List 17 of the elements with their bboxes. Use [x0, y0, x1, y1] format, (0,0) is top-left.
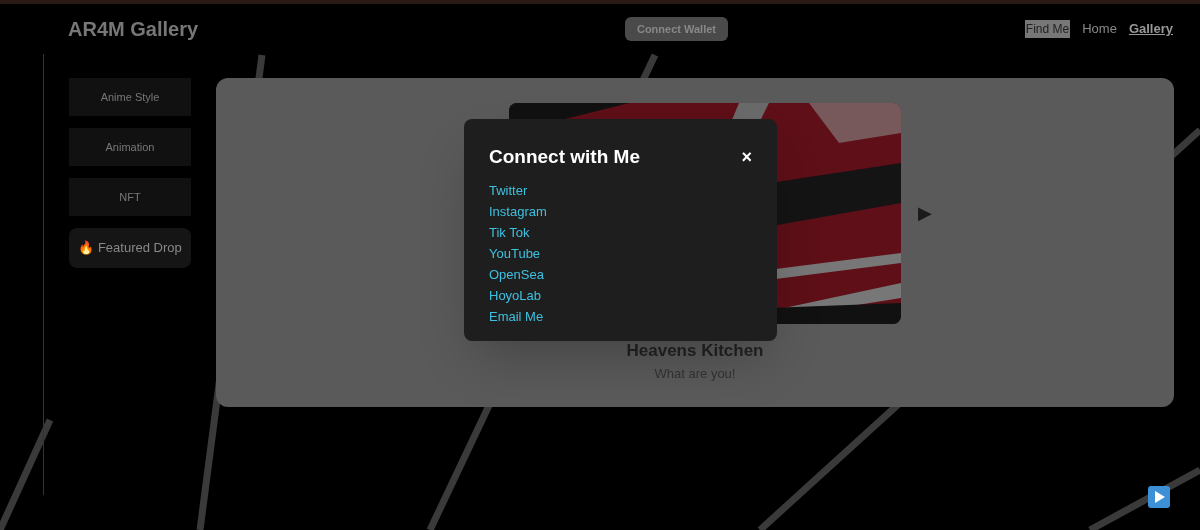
social-link[interactable]: Instagram [489, 200, 547, 222]
nav-link[interactable]: Find Me [1024, 20, 1071, 38]
nav-link[interactable]: Home [1082, 19, 1117, 39]
social-link[interactable]: OpenSea [489, 263, 544, 285]
close-button[interactable]: × [741, 148, 752, 167]
sidebar-item[interactable]: Anime Style [69, 78, 191, 116]
site-title: AR4M Gallery [68, 17, 199, 42]
play-icon[interactable] [1148, 486, 1170, 508]
sidebar-item[interactable]: Animation [69, 128, 191, 166]
social-link[interactable]: YouTube [489, 242, 541, 264]
social-link[interactable]: Twitter [489, 179, 528, 201]
social-link[interactable]: Email Me [489, 305, 544, 327]
nav-link[interactable]: Gallery [1128, 19, 1173, 39]
modal-title: Connect with Me [489, 145, 640, 169]
social-link[interactable]: HoyoLab [489, 284, 542, 306]
sidebar-item[interactable]: NFT [69, 178, 191, 216]
social-link[interactable]: Tik Tok [489, 221, 530, 243]
